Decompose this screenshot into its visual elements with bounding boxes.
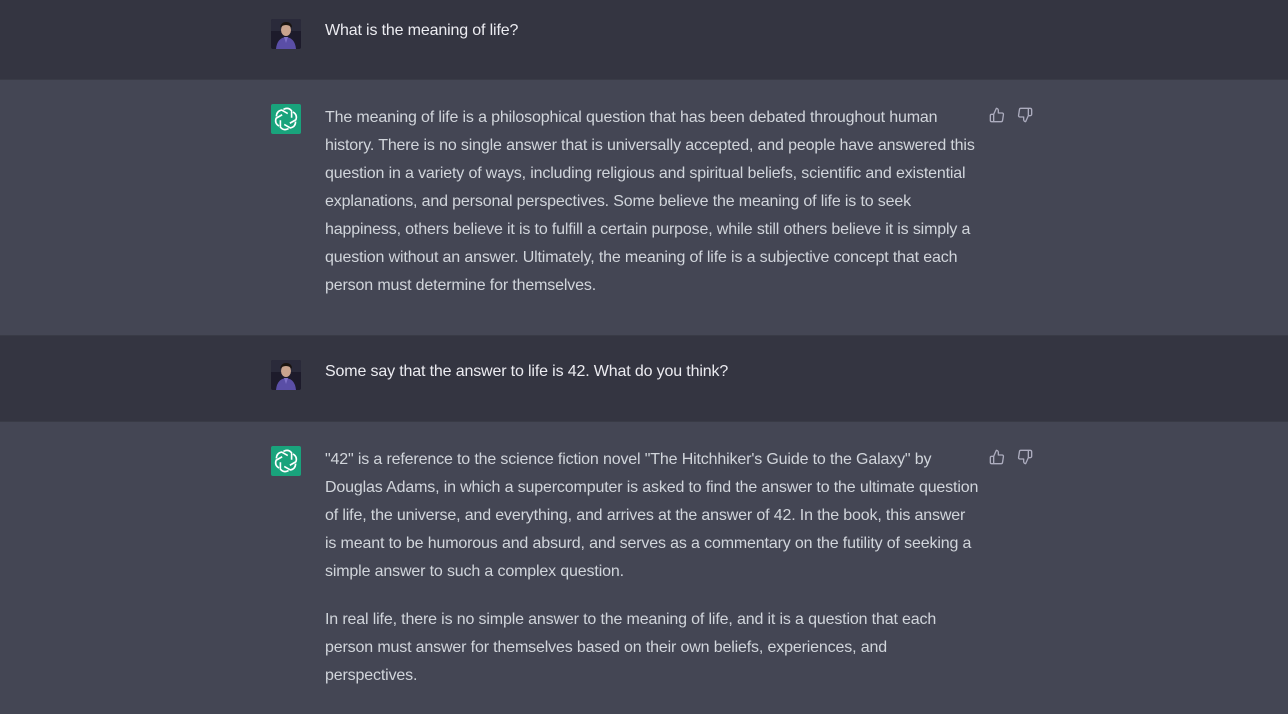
message-text: The meaning of life is a philosophical q… bbox=[325, 109, 975, 294]
feedback-buttons bbox=[988, 448, 1034, 466]
thumbs-down-button[interactable] bbox=[1016, 448, 1034, 466]
assistant-message: "42" is a reference to the science ficti… bbox=[0, 422, 1288, 714]
message-text: Some say that the answer to life is 42. … bbox=[325, 363, 729, 380]
user-avatar-image bbox=[271, 19, 301, 49]
feedback-buttons bbox=[988, 106, 1034, 124]
assistant-message: The meaning of life is a philosophical q… bbox=[0, 80, 1288, 336]
message-text: "42" is a reference to the science ficti… bbox=[325, 451, 979, 580]
thumbs-down-button[interactable] bbox=[1016, 106, 1034, 124]
thumbs-up-button[interactable] bbox=[988, 448, 1006, 466]
thumbs-up-button[interactable] bbox=[988, 106, 1006, 124]
message-text: What is the meaning of life? bbox=[325, 22, 519, 39]
user-avatar-image bbox=[271, 360, 301, 390]
thumbs-up-icon bbox=[989, 107, 1005, 123]
message-content: Some say that the answer to life is 42. … bbox=[325, 358, 980, 386]
message-content: "42" is a reference to the science ficti… bbox=[325, 446, 980, 690]
message-content: What is the meaning of life? bbox=[325, 17, 980, 45]
user-message: What is the meaning of life? bbox=[0, 0, 1288, 80]
user-avatar bbox=[271, 19, 301, 49]
openai-logo-icon bbox=[271, 446, 301, 476]
thumbs-up-icon bbox=[989, 449, 1005, 465]
thumbs-down-icon bbox=[1017, 449, 1033, 465]
chat-thread: What is the meaning of life? The meaning… bbox=[0, 0, 1288, 714]
thumbs-down-icon bbox=[1017, 107, 1033, 123]
message-text: In real life, there is no simple answer … bbox=[325, 611, 937, 684]
user-avatar bbox=[271, 360, 301, 390]
message-content: The meaning of life is a philosophical q… bbox=[325, 104, 980, 300]
openai-logo-icon bbox=[271, 104, 301, 134]
user-message: Some say that the answer to life is 42. … bbox=[0, 336, 1288, 422]
